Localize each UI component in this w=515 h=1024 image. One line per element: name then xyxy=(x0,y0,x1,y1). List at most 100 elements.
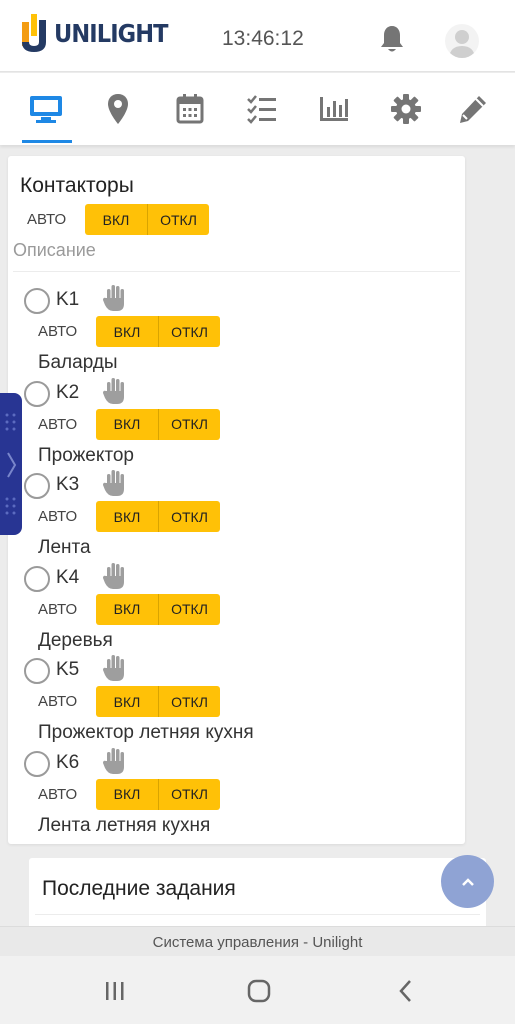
auto-mode-button[interactable]: АВТО xyxy=(38,323,96,340)
contactor-select-radio[interactable] xyxy=(24,380,50,407)
tab-settings[interactable] xyxy=(388,91,424,127)
on-button[interactable]: ВКЛ xyxy=(96,409,158,440)
recent-apps-button[interactable] xyxy=(100,978,130,1004)
contactor-name: Лента xyxy=(38,537,91,558)
tab-stats[interactable] xyxy=(316,91,352,127)
on-off-segment: ВКЛ ОТКЛ xyxy=(96,778,220,810)
on-off-segment: ВКЛ ОТКЛ xyxy=(96,593,220,625)
checklist-icon xyxy=(247,95,276,124)
auto-mode-button[interactable]: АВТО xyxy=(38,693,96,710)
on-off-segment: ВКЛ ОТКЛ xyxy=(96,686,220,717)
off-button[interactable]: ОТКЛ xyxy=(158,316,220,347)
manual-hand-icon xyxy=(102,653,128,683)
contactor-id: K3 xyxy=(56,474,80,495)
tab-tasks[interactable] xyxy=(244,91,280,127)
map-pin-icon xyxy=(108,94,128,124)
footer: Система управления - Unilight xyxy=(0,926,515,956)
divider xyxy=(35,914,480,915)
auto-mode-button[interactable]: АВТО xyxy=(38,786,96,803)
contactor-id: K6 xyxy=(56,751,80,773)
contactor-select-radio[interactable] xyxy=(24,750,50,777)
off-button[interactable]: ОТКЛ xyxy=(147,204,209,235)
off-button[interactable]: ОТКЛ xyxy=(158,593,220,625)
back-button[interactable] xyxy=(390,978,420,1004)
contactor-name: Прожектор летняя кухня xyxy=(38,722,254,743)
on-off-segment: ВКЛ ОТКЛ xyxy=(96,316,220,347)
contactor-id: K2 xyxy=(56,381,80,403)
contactor-name: Деревья xyxy=(38,629,113,651)
on-button[interactable]: ВКЛ xyxy=(96,316,158,347)
auto-mode-button[interactable]: АВТО xyxy=(38,508,96,525)
app-header: UNILIGHT 13:46:12 xyxy=(0,0,515,72)
on-button[interactable]: ВКЛ xyxy=(96,686,158,717)
back-icon xyxy=(399,980,411,1002)
contactor-id: K1 xyxy=(56,289,80,310)
logo-text: UNILIGHT xyxy=(54,18,169,48)
on-button[interactable]: ВКЛ xyxy=(96,501,158,532)
on-off-segment: ВКЛ ОТКЛ xyxy=(85,204,209,235)
home-button[interactable] xyxy=(244,978,274,1004)
manual-hand-icon xyxy=(102,561,128,591)
manual-hand-icon xyxy=(102,283,128,313)
contactor-item: K6 АВТО ВКЛ ОТКЛ Лента летняя кухня xyxy=(22,747,462,843)
manual-hand-icon xyxy=(102,746,128,776)
chevron-up-icon xyxy=(461,877,474,886)
contactor-name: Лента летняя кухня xyxy=(38,814,211,836)
contactor-select-radio[interactable] xyxy=(24,288,50,314)
tab-monitor[interactable] xyxy=(28,91,64,127)
off-button[interactable]: ОТКЛ xyxy=(158,501,220,532)
on-off-segment: ВКЛ ОТКЛ xyxy=(96,501,220,532)
drawer-handle-icon xyxy=(5,413,17,515)
description-label: Описание xyxy=(13,240,96,260)
gear-icon xyxy=(391,94,421,124)
contactor-item: K1 АВТО ВКЛ ОТКЛ Баларды xyxy=(22,285,462,380)
last-tasks-title: Последние задания xyxy=(42,877,236,900)
home-icon xyxy=(247,979,271,1003)
group-mode-control: АВТО ВКЛ ОТКЛ xyxy=(27,204,209,235)
on-button[interactable]: ВКЛ xyxy=(85,204,147,235)
off-button[interactable]: ОТКЛ xyxy=(158,778,220,810)
contactor-id: K4 xyxy=(56,566,80,588)
off-button[interactable]: ОТКЛ xyxy=(158,686,220,717)
contactor-item: K3 АВТО ВКЛ ОТКЛ Лента xyxy=(22,470,462,565)
contactor-item: K4 АВТО ВКЛ ОТКЛ Деревья xyxy=(22,562,462,658)
logo-mark-icon xyxy=(22,14,46,52)
contactor-select-radio[interactable] xyxy=(24,658,50,684)
contactor-mode-control: АВТО ВКЛ ОТКЛ xyxy=(38,501,220,532)
contactor-mode-control: АВТО ВКЛ ОТКЛ xyxy=(38,316,220,347)
on-button[interactable]: ВКЛ xyxy=(96,594,158,625)
contactor-item: K2 АВТО ВКЛ ОТКЛ Прожектор xyxy=(22,377,462,473)
monitor-icon xyxy=(30,96,62,123)
user-avatar-icon[interactable] xyxy=(445,24,479,58)
calendar-icon xyxy=(176,94,204,124)
contactor-name: Баларды xyxy=(38,352,118,373)
contactor-select-radio[interactable] xyxy=(24,473,50,499)
manual-hand-icon xyxy=(102,468,128,498)
tab-bar xyxy=(0,73,515,145)
contactor-name: Прожектор xyxy=(38,444,135,466)
contactors-card: Контакторы АВТО ВКЛ ОТКЛ Описание K1 АВТО… xyxy=(8,156,465,844)
scroll-top-button[interactable] xyxy=(441,855,494,908)
off-button[interactable]: ОТКЛ xyxy=(158,408,220,440)
tab-calendar[interactable] xyxy=(172,91,208,127)
auto-mode-button[interactable]: АВТО xyxy=(27,211,85,228)
logo[interactable]: UNILIGHT xyxy=(20,10,180,56)
divider xyxy=(13,271,460,272)
auto-mode-button[interactable]: АВТО xyxy=(38,416,96,433)
side-drawer-handle[interactable] xyxy=(0,393,22,535)
on-off-segment: ВКЛ ОТКЛ xyxy=(96,408,220,440)
contactor-select-radio[interactable] xyxy=(24,565,50,592)
contactor-id: K5 xyxy=(56,659,80,680)
bar-chart-icon xyxy=(320,97,348,121)
bell-icon[interactable] xyxy=(378,24,406,54)
system-nav-bar xyxy=(0,956,515,1024)
on-button[interactable]: ВКЛ xyxy=(96,779,158,810)
active-tab-indicator xyxy=(22,140,72,143)
auto-mode-button[interactable]: АВТО xyxy=(38,601,96,618)
contactor-mode-control: АВТО ВКЛ ОТКЛ xyxy=(38,686,220,717)
contactor-item: K5 АВТО ВКЛ ОТКЛ Прожектор летняя кухня xyxy=(22,655,462,750)
tab-edit[interactable] xyxy=(455,91,491,127)
contactor-mode-control: АВТО ВКЛ ОТКЛ xyxy=(38,593,220,625)
card-title: Контакторы xyxy=(20,174,134,197)
tab-map[interactable] xyxy=(100,91,136,127)
